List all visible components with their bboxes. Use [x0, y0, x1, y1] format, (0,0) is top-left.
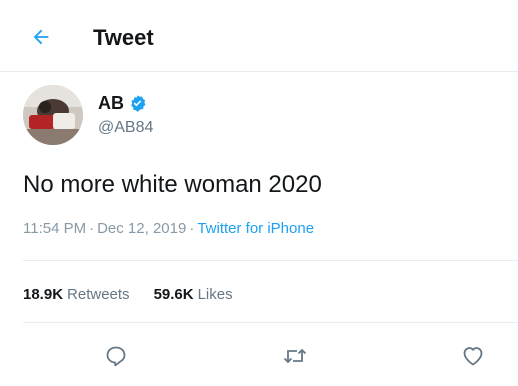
author-name-row: AB [98, 92, 147, 114]
reply-button[interactable] [102, 342, 130, 370]
retweet-icon [283, 348, 307, 364]
likes-count: 59.6K [153, 286, 194, 303]
avatar-image [23, 85, 83, 145]
tweet-meta: 11:54 PM · Dec 12, 2019 · Twitter for iPhone [23, 219, 314, 239]
retweets-count: 18.9K [23, 286, 64, 303]
verified-badge-icon [131, 94, 146, 112]
meta-separator: · [189, 220, 195, 237]
retweet-button[interactable] [281, 342, 309, 370]
page-title: Tweet [93, 25, 154, 50]
retweets-label: Retweets [67, 286, 130, 303]
retweets-stat[interactable]: 18.9K Retweets [23, 286, 130, 303]
tweet-date[interactable]: Dec 12, 2019 [97, 220, 186, 237]
heart-icon [463, 347, 483, 366]
meta-separator: · [89, 220, 95, 237]
avatar[interactable] [23, 85, 83, 145]
divider [23, 260, 518, 261]
likes-label: Likes [197, 286, 233, 303]
reply-icon [106, 346, 126, 367]
tweet-text: No more white woman 2020 [23, 171, 322, 198]
like-button[interactable] [459, 342, 487, 370]
author-handle[interactable]: @AB84 [98, 118, 153, 138]
tweet-time[interactable]: 11:54 PM [23, 220, 86, 237]
divider [23, 322, 518, 323]
tweet-stats: 18.9K Retweets 59.6K Likes [23, 285, 233, 305]
back-button[interactable] [28, 24, 54, 50]
tweet-header: Tweet [0, 0, 518, 72]
author-name[interactable]: AB [98, 92, 124, 114]
tweet-source[interactable]: Twitter for iPhone [197, 220, 314, 237]
likes-stat[interactable]: 59.6K Likes [154, 286, 233, 303]
arrow-left-icon [33, 29, 49, 45]
